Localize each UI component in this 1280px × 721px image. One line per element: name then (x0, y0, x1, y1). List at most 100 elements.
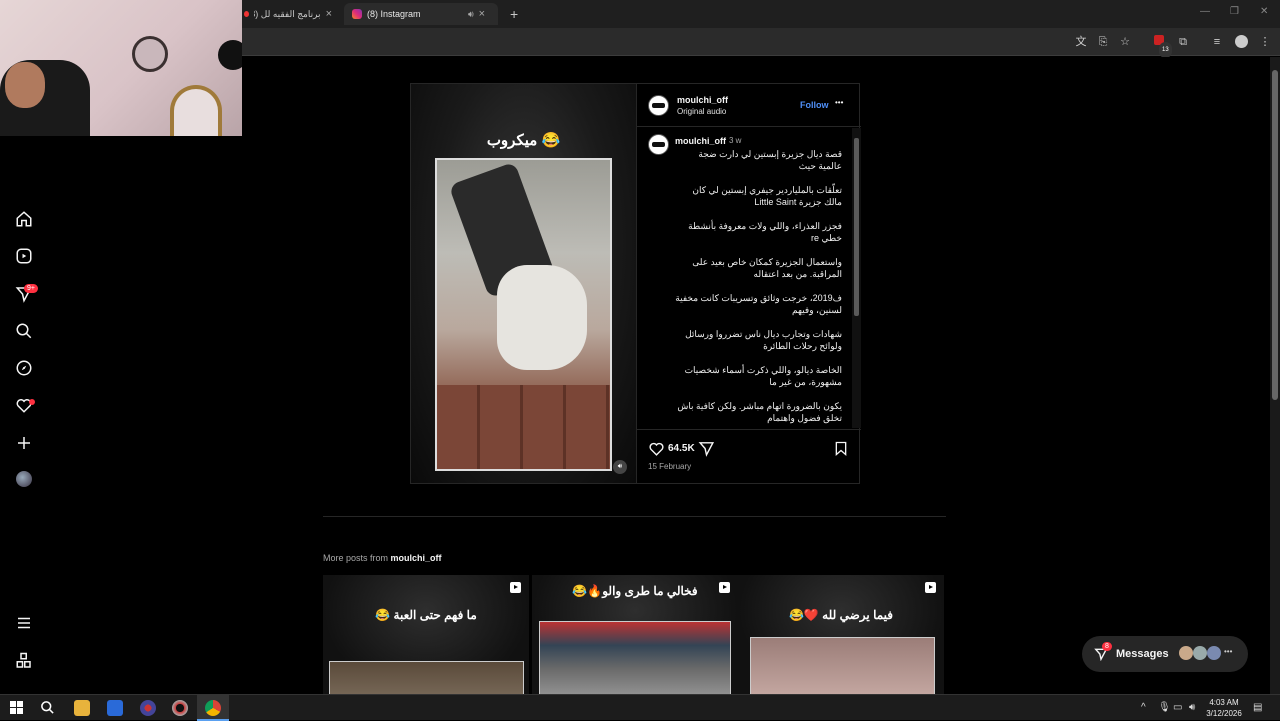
caption-username[interactable]: moulchi_off (675, 136, 726, 146)
caption-area: moulchi_off 3 w قصة ديال جزيرة إبستين لي… (637, 128, 852, 428)
like-icon[interactable] (648, 440, 665, 457)
taskbar: ^ 🎙︎ ▭ 🔊︎ 4:03 AM 3/12/2026 ▤ (0, 694, 1280, 721)
reels-icon[interactable] (14, 247, 34, 267)
search-taskbar-icon[interactable] (40, 700, 55, 715)
more-post-thumb[interactable]: فخالي ما طرى والو🔥😂 (532, 575, 738, 694)
translate-icon[interactable]: 文 (1074, 35, 1088, 49)
messages-label: Messages (1116, 648, 1169, 660)
thumb-image (539, 621, 731, 694)
reel-icon (510, 582, 521, 593)
webcam-overlay (0, 0, 242, 136)
store-icon[interactable] (107, 700, 123, 716)
caption-time: 3 w (729, 136, 742, 145)
thumb-title: فيما يرضي لله ❤️😂 (788, 608, 894, 622)
extension-badge-icon[interactable]: 13 (1152, 35, 1172, 58)
page-scrollbar-thumb[interactable] (1272, 70, 1278, 400)
file-explorer-icon[interactable] (74, 700, 90, 716)
close-tab-icon[interactable]: × (326, 8, 332, 20)
volume-icon[interactable]: 🔊︎ (613, 460, 627, 474)
video-bag (497, 265, 587, 370)
post-media[interactable]: ميكروب 😂 🔊︎ (411, 84, 636, 483)
caption-line: ف2019، خرجت وثائق وتسريبات كانت مخفية لس… (675, 293, 842, 315)
tray-chevron-icon[interactable]: ^ (1141, 702, 1146, 713)
tab-instagram[interactable]: (8) Instagram 🔊︎ × (344, 3, 498, 25)
explore-icon[interactable] (14, 359, 34, 379)
caption-avatar[interactable] (648, 134, 669, 155)
menu-icon[interactable]: ⋮ (1258, 35, 1272, 49)
caption-scrollbar-thumb[interactable] (854, 138, 859, 316)
author-username[interactable]: moulchi_off (677, 95, 728, 105)
webcam-person (5, 62, 45, 108)
profile-avatar-icon[interactable] (14, 471, 34, 491)
messages-badge: 8 (1102, 642, 1112, 651)
media-title: ميكروب 😂 (486, 132, 561, 149)
webcam-lamp (218, 40, 242, 70)
post-sidebar: moulchi_off Original audio Follow ••• mo… (636, 84, 861, 484)
thumb-image (329, 661, 524, 694)
clock-time: 4:03 AM (1209, 698, 1239, 707)
search-icon[interactable] (14, 322, 34, 342)
caption-line: قصة ديال جزيرة إبستين لي دارت ضجة عالمية… (698, 149, 842, 171)
more-post-thumb[interactable]: فيما يرضي لله ❤️😂 (738, 575, 944, 694)
more-icon[interactable] (14, 614, 34, 634)
instagram-icon (352, 9, 362, 19)
tab-browser-1[interactable]: برنامج الفقيه لل (98) × (236, 3, 340, 25)
caption-line: شهادات وتجارب ديال ناس تضرروا ورسائل ولو… (685, 329, 842, 351)
notifications-dot (29, 399, 35, 405)
share-icon[interactable] (698, 440, 715, 457)
home-icon[interactable] (14, 210, 34, 230)
volume-tray-icon[interactable]: 🔊︎ (1189, 702, 1195, 713)
more-posts-user[interactable]: moulchi_off (391, 553, 442, 563)
puzzle-icon[interactable]: ⧉ (1176, 35, 1190, 49)
thumb-title: فخالي ما طرى والو🔥😂 (572, 584, 698, 598)
close-window-icon[interactable]: ✕ (1260, 6, 1268, 17)
caption-line: تعلّقات بالملياردير جيفري إبستين لي كان … (692, 185, 842, 207)
messages-count-badge: 9+ (24, 284, 38, 293)
clock[interactable]: 4:03 AM 3/12/2026 (1203, 697, 1245, 719)
video-floor (437, 385, 610, 469)
media-icon[interactable]: ≡ (1210, 35, 1224, 49)
caption-line: واستعمال الجزيرة كمكان خاص بعيد على المر… (692, 257, 842, 279)
follow-button[interactable]: Follow (800, 100, 829, 110)
speaker-icon[interactable]: 🔊︎ (468, 9, 474, 20)
section-divider (323, 516, 946, 517)
contact-avatar (1179, 646, 1193, 660)
author-avatar[interactable] (648, 95, 669, 116)
chrome-icon[interactable] (205, 700, 221, 716)
thumb-image (750, 637, 935, 694)
notification-center-icon[interactable]: ▤ (1253, 702, 1262, 713)
create-icon[interactable] (14, 434, 34, 454)
like-count[interactable]: 64.5K (668, 443, 695, 454)
microphone-icon[interactable]: 🎙︎ (1158, 702, 1171, 713)
new-tab-button[interactable]: + (502, 3, 526, 25)
network-icon[interactable]: ▭ (1173, 702, 1182, 713)
video-frame[interactable] (435, 158, 612, 471)
windows-start-icon[interactable] (10, 701, 23, 714)
cast-icon[interactable]: ⎘ (1096, 35, 1110, 49)
messages-button[interactable]: 8 Messages ••• (1082, 636, 1248, 672)
caption-line: يكون بالضرورة اتهام مباشر. ولكن كافية با… (677, 401, 842, 423)
profile-icon[interactable] (1234, 35, 1248, 49)
more-contacts-icon: ••• (1224, 647, 1233, 656)
clock-date: 3/12/2026 (1206, 709, 1242, 718)
thumb-title: ما فهم حتى العبة 😂 (375, 608, 477, 622)
close-tab-icon[interactable]: × (479, 8, 485, 20)
star-icon[interactable]: ☆ (1118, 35, 1132, 49)
obs-icon[interactable] (172, 700, 188, 716)
more-options-icon[interactable]: ••• (835, 98, 843, 107)
post-date: 15 February (648, 462, 692, 471)
app-icon[interactable] (140, 700, 156, 716)
caption-line: الخاصة ديالو، واللي ذكرت أسماء شخصيات مش… (684, 365, 842, 387)
caption-line: فجزر العذراء، واللي ولات معروفة بأنشطة خ… (688, 221, 842, 243)
minimize-icon[interactable]: — (1200, 6, 1210, 17)
webcam-arch-mirror (170, 85, 222, 136)
restore-icon[interactable]: ❐ (1230, 6, 1239, 17)
more-post-thumb[interactable]: ما فهم حتى العبة 😂 (323, 575, 529, 694)
post-card: ميكروب 😂 🔊︎ moulchi_off Original audio F… (410, 83, 861, 484)
webcam-mirror (132, 36, 168, 72)
post-actions: 64.5K 15 February (637, 429, 861, 484)
apps-icon[interactable] (14, 652, 34, 672)
save-icon[interactable] (833, 440, 849, 457)
contact-avatar (1193, 646, 1207, 660)
audio-label[interactable]: Original audio (677, 107, 726, 116)
